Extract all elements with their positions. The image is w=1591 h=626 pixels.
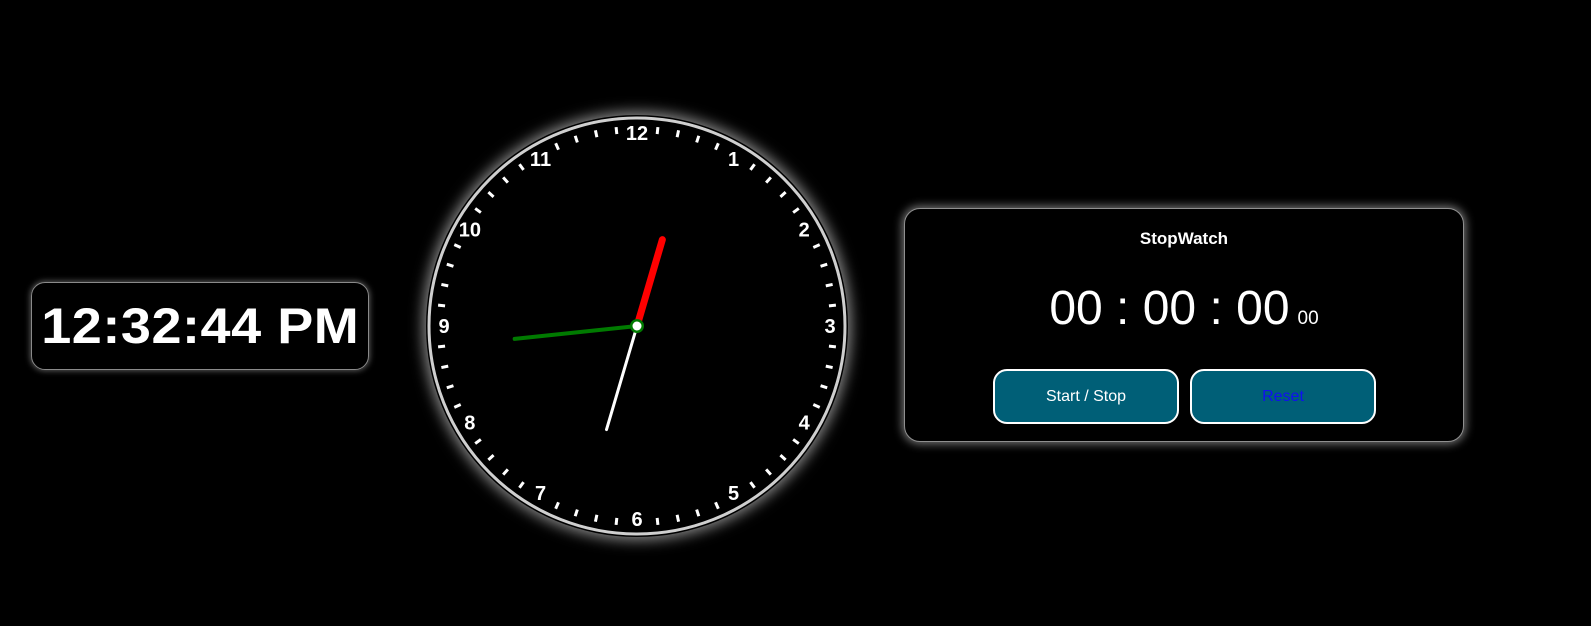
clock-tick (593, 514, 599, 522)
clock-tick (675, 130, 681, 138)
clock-tick (655, 517, 660, 526)
digital-clock: 12:32:44 PM (31, 282, 369, 370)
stopwatch-hours: 00 (1049, 282, 1103, 335)
clock-tick (441, 364, 449, 370)
clock-numeral: 7 (535, 483, 546, 505)
clock-numeral: 9 (438, 316, 449, 338)
clock-tick (825, 364, 833, 370)
clock-tick (695, 509, 701, 517)
clock-tick (675, 514, 681, 522)
reset-button[interactable]: Reset (1190, 369, 1376, 424)
clock-tick (437, 344, 446, 349)
clock-numeral: 10 (459, 220, 481, 242)
clock-tick (441, 282, 449, 288)
clock-numeral: 5 (728, 483, 739, 505)
clock-numeral: 12 (626, 123, 648, 145)
clock-tick (695, 135, 701, 143)
clock-numeral: 6 (631, 509, 642, 531)
clock-tick (573, 509, 579, 517)
clock-tick (573, 135, 579, 143)
clock-numeral: 1 (728, 149, 739, 171)
clock-tick (614, 126, 619, 135)
clock-tick (437, 303, 446, 308)
stopwatch-milliseconds: 00 (1297, 308, 1319, 329)
stopwatch-minutes: 00 (1142, 282, 1197, 335)
clock-numeral: 2 (799, 220, 810, 242)
digital-clock-time: 12:32:44 PM (40, 298, 360, 354)
clock-tick (828, 344, 837, 349)
stopwatch-panel: StopWatch 00 : 00 : 00 00 Start / Stop Re… (904, 208, 1464, 442)
clock-tick (446, 384, 454, 390)
clock-tick (820, 384, 828, 390)
page: 12:32:44 PM 12 1 2 3 4 5 6 7 8 9 10 11 StopWatch 00… (0, 0, 1591, 626)
clock-tick (825, 282, 833, 288)
stopwatch-seconds: 00 (1236, 282, 1290, 335)
stopwatch-title: StopWatch (1139, 229, 1229, 248)
analog-clock: 12 1 2 3 4 5 6 7 8 9 10 11 (426, 115, 848, 537)
start-stop-button[interactable]: Start / Stop (993, 369, 1179, 424)
clock-numeral: 11 (530, 149, 551, 171)
clock-numeral: 8 (464, 413, 475, 435)
clock-numeral: 3 (824, 316, 835, 338)
clock-tick (614, 517, 619, 526)
analog-clock-face: 121234567891011 (427, 116, 847, 536)
stopwatch-separator: : (1102, 282, 1143, 335)
clock-center-dot (632, 321, 642, 331)
stopwatch-separator: : (1196, 282, 1237, 335)
stopwatch-display: 00 : 00 : 00 00 (905, 281, 1463, 336)
clock-tick (593, 130, 599, 138)
clock-tick (655, 126, 660, 135)
clock-tick (446, 262, 454, 268)
clock-tick (828, 303, 837, 308)
clock-tick (820, 262, 828, 268)
clock-numeral: 4 (799, 413, 811, 435)
